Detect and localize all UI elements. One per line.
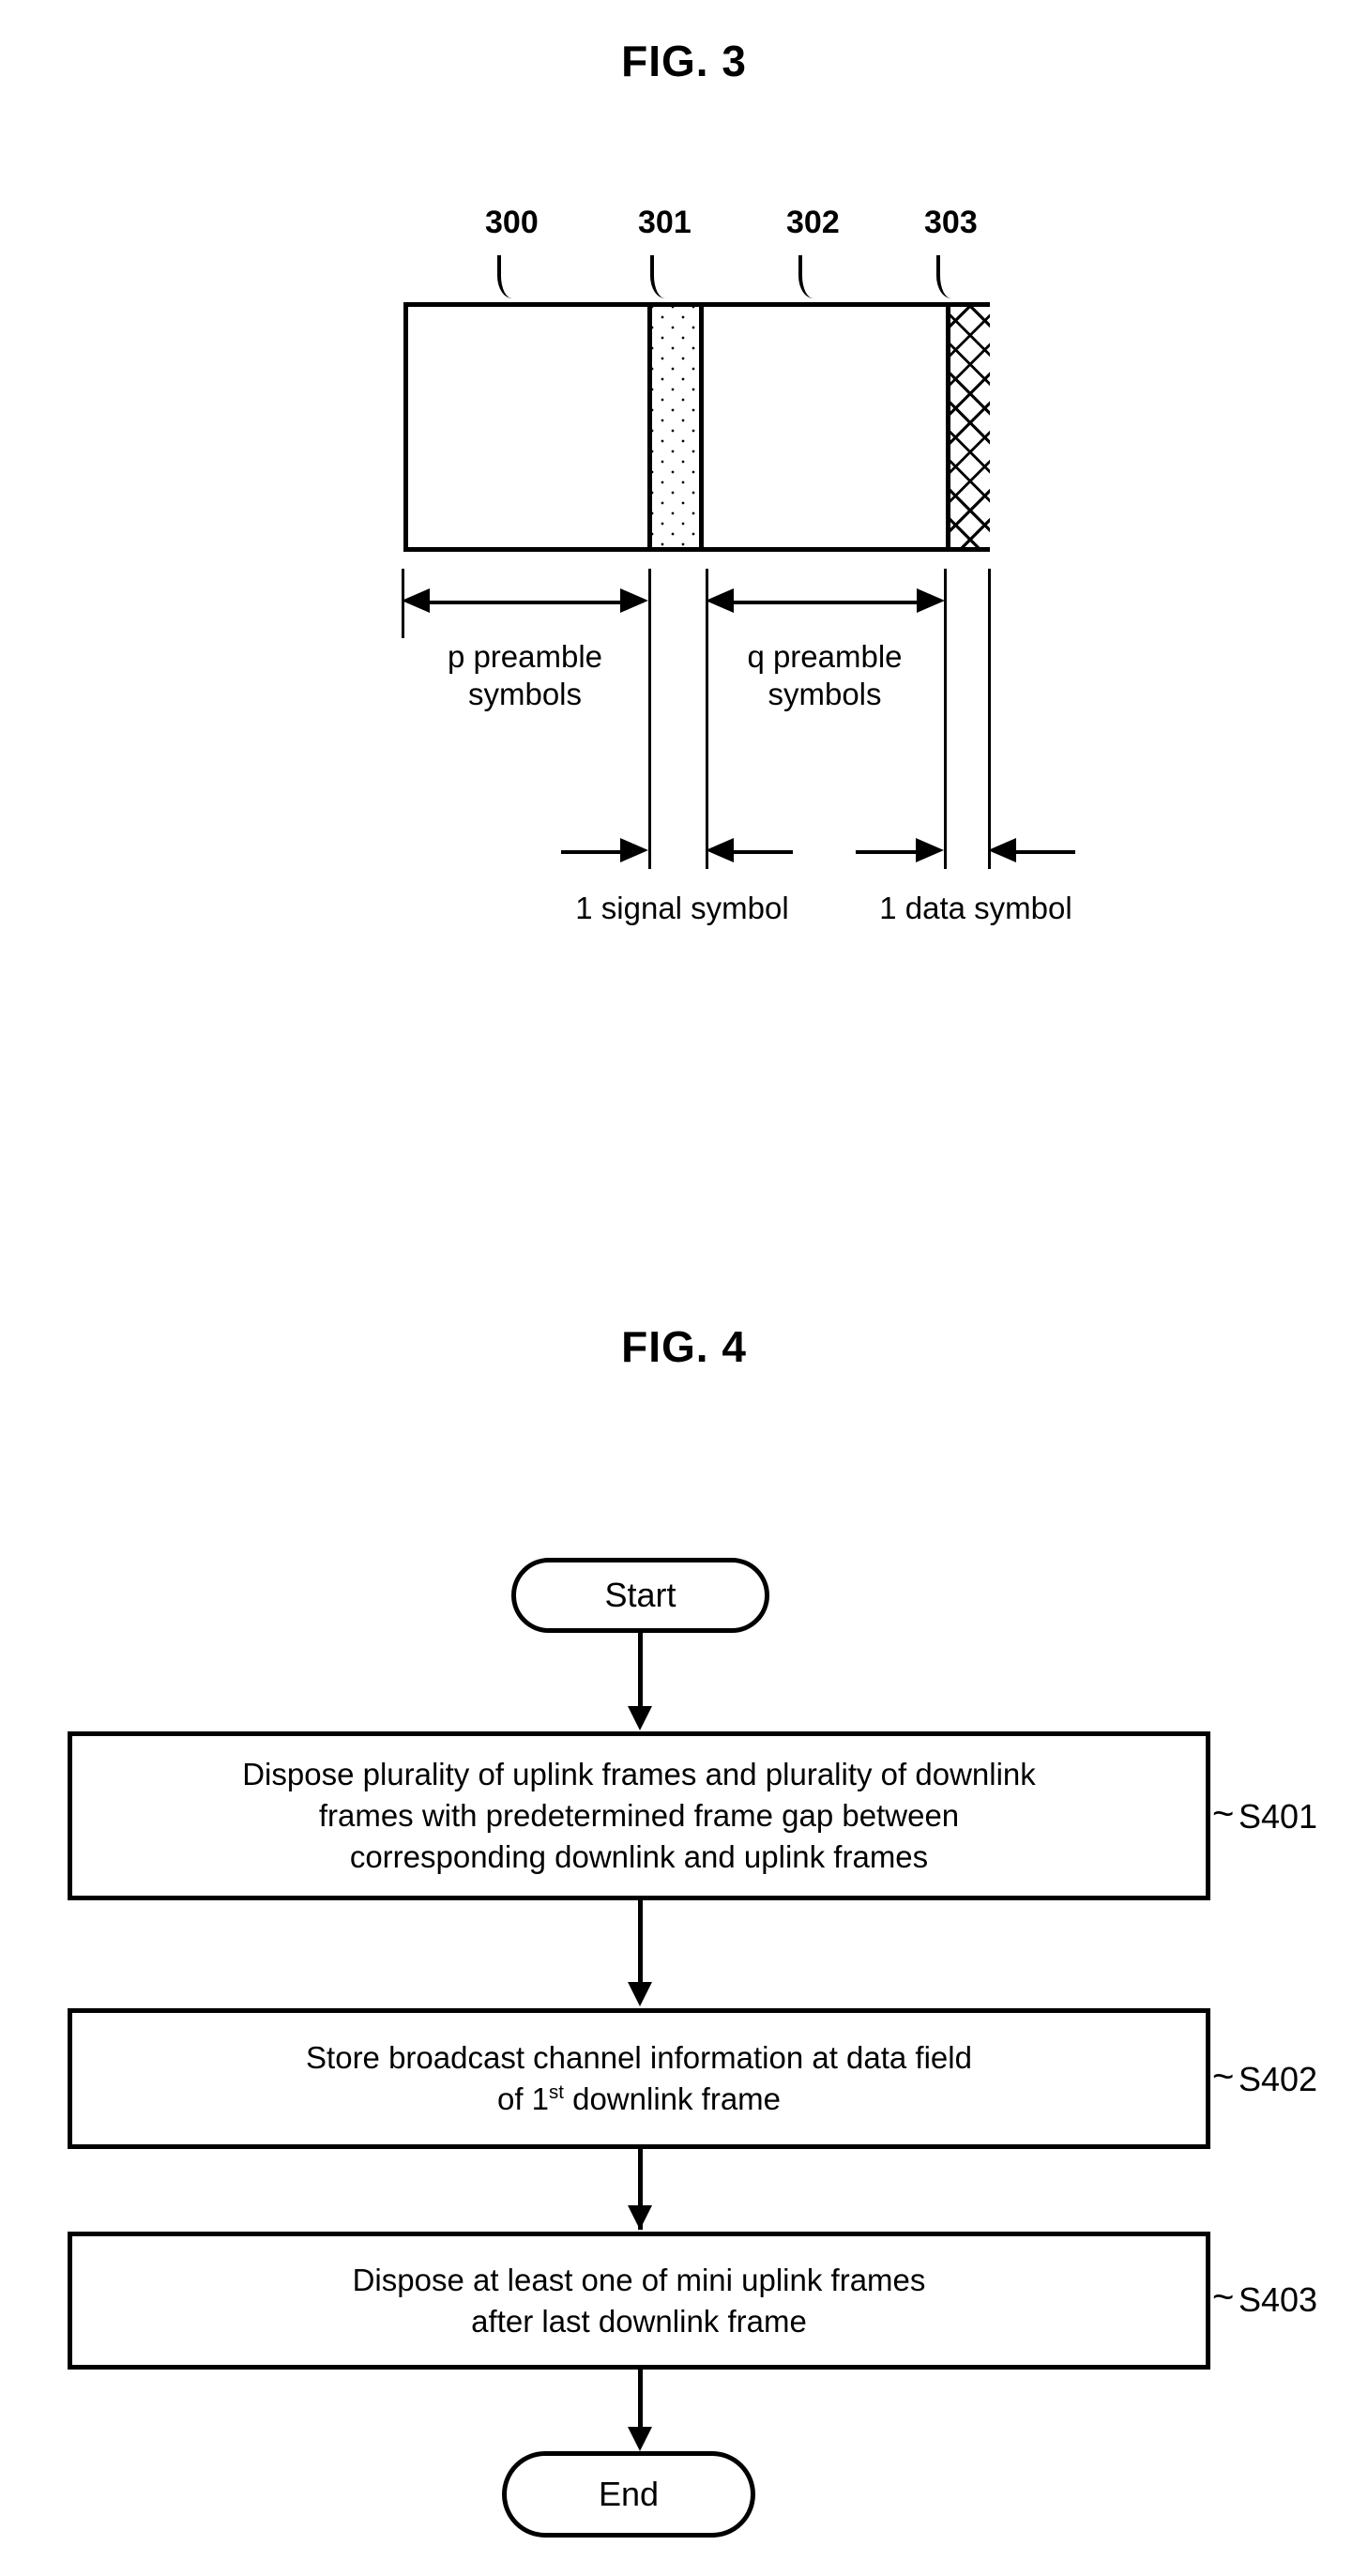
figure-4: FIG. 4 Start Dispose plurality of uplink… bbox=[0, 0, 1368, 2576]
process-text-s403: Dispose at least one of mini uplink fram… bbox=[89, 2260, 1189, 2342]
patent-drawing-sheet: FIG. 3 300 301 302 303 p preamble symbol… bbox=[0, 0, 1368, 2576]
connector-arrow-s402-to-s403 bbox=[628, 2205, 652, 2230]
flow-end-label: End bbox=[598, 2475, 660, 2513]
connector-start-to-s401 bbox=[638, 1633, 643, 1708]
flow-start-label: Start bbox=[604, 1576, 676, 1614]
connector-s401-to-s402 bbox=[638, 1900, 643, 1983]
process-s401-line2: frames with predetermined frame gap betw… bbox=[318, 1798, 960, 1833]
connector-arrow-start-to-s401 bbox=[628, 1706, 652, 1730]
step-label-s403: S403 bbox=[1239, 2280, 1318, 2319]
process-s401-line3: corresponding downlink and uplink frames bbox=[349, 1839, 929, 1874]
process-text-s402: Store broadcast channel information at d… bbox=[89, 2037, 1189, 2120]
process-s403-line1: Dispose at least one of mini uplink fram… bbox=[352, 2262, 926, 2297]
flow-start-terminator[interactable]: Start bbox=[511, 1558, 769, 1633]
flow-end-terminator[interactable]: End bbox=[502, 2451, 755, 2538]
process-box-s401[interactable]: Dispose plurality of uplink frames and p… bbox=[68, 1731, 1210, 1900]
connector-arrow-s403-to-end bbox=[628, 2427, 652, 2451]
process-box-s402[interactable]: Store broadcast channel information at d… bbox=[68, 2008, 1210, 2149]
connector-arrow-s401-to-s402 bbox=[628, 1982, 652, 2006]
step-leader-s402: ~ bbox=[1212, 2056, 1235, 2097]
process-s403-line2: after last downlink frame bbox=[471, 2303, 807, 2339]
step-label-s401: S401 bbox=[1239, 1797, 1318, 1836]
step-leader-s401: ~ bbox=[1212, 1793, 1235, 1835]
figure-4-title: FIG. 4 bbox=[621, 1322, 747, 1371]
process-text-s401: Dispose plurality of uplink frames and p… bbox=[89, 1754, 1189, 1878]
connector-s403-to-end bbox=[638, 2370, 643, 2428]
step-label-s402: S402 bbox=[1239, 2060, 1318, 2098]
step-leader-s403: ~ bbox=[1212, 2277, 1235, 2318]
process-box-s403[interactable]: Dispose at least one of mini uplink fram… bbox=[68, 2232, 1210, 2370]
process-s402-line2: of 1st downlink frame bbox=[496, 2081, 782, 2116]
process-s402-line1: Store broadcast channel information at d… bbox=[306, 2040, 972, 2075]
process-s401-line1: Dispose plurality of uplink frames and p… bbox=[242, 1757, 1036, 1791]
